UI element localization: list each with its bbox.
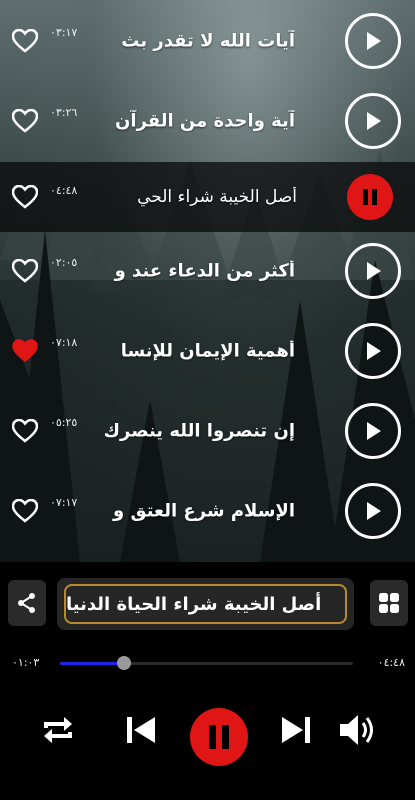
pause-icon bbox=[209, 725, 229, 749]
heart-icon-filled[interactable] bbox=[12, 339, 38, 363]
main-pause-button[interactable] bbox=[190, 708, 248, 766]
play-icon bbox=[367, 422, 381, 440]
play-button[interactable] bbox=[345, 93, 401, 149]
play-icon bbox=[367, 342, 381, 360]
heart-icon[interactable] bbox=[12, 419, 38, 443]
pause-button[interactable] bbox=[347, 174, 393, 220]
track-duration: ٠٥:٢٥ bbox=[50, 416, 78, 429]
play-icon bbox=[367, 32, 381, 50]
track-row[interactable]: أكثر من الدعاء عند و ٠٢:٠٥ bbox=[0, 232, 415, 310]
play-button[interactable] bbox=[345, 323, 401, 379]
repeat-button[interactable] bbox=[40, 712, 76, 748]
track-duration: ٠٣:١٧ bbox=[50, 26, 78, 39]
play-button[interactable] bbox=[345, 243, 401, 299]
track-row[interactable]: أهمية الإيمان للإنسا ٠٧:١٨ bbox=[0, 312, 415, 390]
track-title: الإسلام شرع العتق و bbox=[113, 500, 295, 522]
play-icon bbox=[367, 502, 381, 520]
seek-bar[interactable] bbox=[60, 656, 353, 670]
share-icon bbox=[18, 593, 35, 613]
heart-icon[interactable] bbox=[12, 109, 38, 133]
skip-previous-icon bbox=[127, 717, 155, 743]
play-button[interactable] bbox=[345, 403, 401, 459]
track-row[interactable]: الإسلام شرع العتق و ٠٧:١٧ bbox=[0, 472, 415, 550]
heart-icon[interactable] bbox=[12, 29, 38, 53]
track-row[interactable]: آيات الله لا تقدر بث ٠٣:١٧ bbox=[0, 2, 415, 80]
grid-icon bbox=[379, 593, 399, 613]
pause-icon bbox=[363, 189, 377, 205]
track-duration: ٠٣:٢٦ bbox=[50, 106, 78, 119]
track-row[interactable]: إن تنصروا الله ينصرك ٠٥:٢٥ bbox=[0, 392, 415, 470]
track-duration: ٠٧:١٨ bbox=[50, 336, 78, 349]
track-title: أصل الخيبة شراء الحي bbox=[137, 187, 297, 207]
seek-bar-progress bbox=[60, 662, 125, 665]
play-icon bbox=[367, 112, 381, 130]
play-icon bbox=[367, 262, 381, 280]
total-time: ٠٤:٤٨ bbox=[377, 656, 405, 669]
share-button[interactable] bbox=[8, 580, 46, 626]
track-duration: ٠٤:٤٨ bbox=[50, 184, 78, 197]
track-title: أكثر من الدعاء عند و bbox=[114, 260, 295, 282]
seek-bar-thumb[interactable] bbox=[117, 656, 132, 670]
track-list: آيات الله لا تقدر بث ٠٣:١٧ آية واحدة من … bbox=[0, 0, 415, 562]
track-duration: ٠٢:٠٥ bbox=[50, 256, 78, 269]
track-title: أهمية الإيمان للإنسا bbox=[120, 340, 295, 362]
previous-button[interactable] bbox=[123, 712, 159, 748]
track-row[interactable]: آية واحدة من القرآن ٠٣:٢٦ bbox=[0, 82, 415, 160]
heart-icon[interactable] bbox=[12, 185, 38, 209]
playlist-grid-button[interactable] bbox=[370, 580, 408, 626]
skip-next-icon bbox=[282, 717, 310, 743]
play-button[interactable] bbox=[345, 483, 401, 539]
player-panel: أصل الخيبة شراء الحياة الدنيا ٠١:٠٣ ٠٤:٤… bbox=[0, 562, 415, 800]
play-button[interactable] bbox=[345, 13, 401, 69]
next-button[interactable] bbox=[278, 712, 314, 748]
track-duration: ٠٧:١٧ bbox=[50, 496, 78, 509]
volume-button[interactable] bbox=[338, 712, 378, 748]
track-title: إن تنصروا الله ينصرك bbox=[105, 420, 295, 442]
now-playing-box: أصل الخيبة شراء الحياة الدنيا bbox=[57, 578, 354, 630]
track-title: آية واحدة من القرآن bbox=[115, 110, 295, 132]
track-title: آيات الله لا تقدر بث bbox=[121, 30, 295, 52]
heart-icon[interactable] bbox=[12, 499, 38, 523]
heart-icon[interactable] bbox=[12, 259, 38, 283]
elapsed-time: ٠١:٠٣ bbox=[12, 656, 40, 669]
volume-icon bbox=[340, 715, 373, 745]
now-playing-title: أصل الخيبة شراء الحياة الدنيا bbox=[64, 584, 347, 624]
repeat-icon bbox=[44, 717, 72, 743]
track-row-active[interactable]: أصل الخيبة شراء الحي ٠٤:٤٨ bbox=[0, 162, 415, 232]
